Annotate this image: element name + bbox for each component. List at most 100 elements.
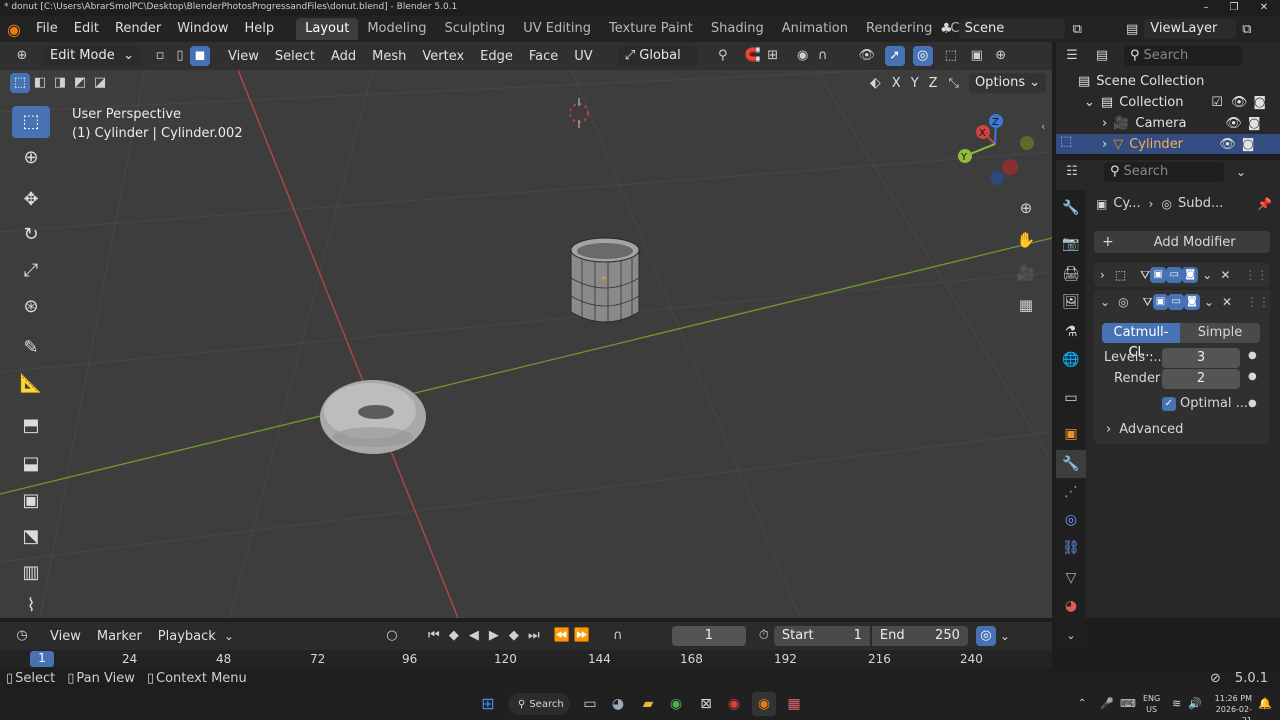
new-view-layer-icon[interactable]: ⧉ — [1242, 22, 1251, 37]
close-icon[interactable]: ✕ — [1220, 268, 1230, 282]
select-invert-icon[interactable]: ◩ — [70, 73, 90, 93]
chevron-down-icon[interactable]: ⌄ — [1204, 295, 1214, 309]
task-view-icon[interactable]: ▭ — [578, 692, 602, 716]
select-new-icon[interactable]: ⬚ — [10, 73, 30, 93]
breadcrumb-modifier[interactable]: Subd... — [1178, 196, 1223, 211]
axis-x-toggle[interactable]: X — [887, 76, 906, 91]
next-frame-icon[interactable]: ⏩ — [572, 626, 592, 646]
keying-icon[interactable]: ∩ — [608, 626, 628, 646]
snap-target-icon[interactable]: ⊞ — [763, 46, 783, 66]
menu-view[interactable]: View — [220, 49, 267, 64]
mode-dropdown[interactable]: Edit Mode ⌄ — [44, 46, 140, 66]
eye-icon[interactable]: 👁 — [1219, 137, 1236, 152]
notification-icon[interactable]: 🔔 — [1258, 697, 1272, 710]
prev-keyframe-icon[interactable]: ◆ — [444, 626, 464, 646]
face-select-icon[interactable]: ◼ — [190, 46, 210, 66]
snap-icon[interactable]: 🧲 — [743, 46, 763, 66]
constraints-tab-icon[interactable]: ⛓ — [1056, 534, 1086, 562]
show-render-icon[interactable]: ◙ — [1182, 267, 1199, 283]
bevel-tool[interactable]: ⬔ — [12, 521, 50, 553]
tool-tab-icon[interactable]: 🔧 — [1056, 194, 1086, 222]
timeline-menu-playback[interactable]: Playback — [150, 629, 224, 644]
select-extend-icon[interactable]: ◧ — [30, 73, 50, 93]
pin-icon[interactable]: 📌 — [1257, 197, 1272, 211]
proportional-edit-icon[interactable]: ◉ — [793, 46, 813, 66]
keyframe-dot-icon[interactable]: ● — [1248, 398, 1257, 409]
steam-icon[interactable]: ◕ — [606, 692, 630, 716]
mesh-overlay-icon[interactable]: ⬚ — [941, 46, 961, 66]
add-modifier-button[interactable]: + Add Modifier — [1094, 231, 1270, 253]
keyboard-icon[interactable]: ⌨ — [1120, 697, 1136, 710]
view-layer-selector[interactable]: ▤ ViewLayer ⧉ — [1126, 19, 1252, 39]
chrome-icon[interactable]: ◉ — [664, 692, 688, 716]
ortho-toggle-icon[interactable]: ▦ — [1016, 295, 1036, 315]
editmode-toggle-icon[interactable]: ⛛ — [1140, 268, 1150, 283]
camera-render-icon[interactable]: ◙ — [1248, 116, 1261, 131]
scale-tool[interactable]: ⤢ — [12, 255, 50, 287]
timeline-menu-view[interactable]: View — [42, 629, 89, 644]
optimal-display-checkbox[interactable]: ✓ Optimal ... — [1162, 396, 1248, 411]
menu-edge[interactable]: Edge — [472, 49, 521, 64]
menu-face[interactable]: Face — [521, 49, 566, 64]
catmull-clark-button[interactable]: Catmull-Cl... — [1102, 323, 1180, 360]
drag-handle-icon[interactable]: ⋮⋮ — [1244, 268, 1268, 282]
blender-logo-icon[interactable]: ◉ — [0, 20, 28, 39]
properties-editor-icon[interactable]: ☷ — [1062, 162, 1082, 182]
menu-uv[interactable]: UV — [566, 49, 600, 64]
tab-modeling[interactable]: Modeling — [358, 18, 435, 40]
move-tool[interactable]: ✥ — [12, 184, 50, 216]
blender-taskbar-icon[interactable]: ◉ — [752, 692, 776, 716]
chevron-down-icon[interactable]: ⌄ — [1236, 165, 1246, 179]
wireframe-shading-icon[interactable]: ⊕ — [991, 46, 1011, 66]
render-tab-icon[interactable]: 📷 — [1056, 230, 1086, 258]
tab-layout[interactable]: Layout — [296, 18, 359, 40]
microphone-icon[interactable]: 🎤 — [1100, 697, 1114, 710]
visibility-icon[interactable]: 👁 — [857, 46, 877, 66]
frame-ruler[interactable]: 1 24 48 72 96 120 144 168 192 216 240 — [0, 650, 1052, 668]
scene-name[interactable]: Scene — [958, 19, 1065, 39]
chevron-down-icon[interactable]: ⌄ — [1000, 629, 1010, 643]
breadcrumb-object[interactable]: Cy... — [1113, 196, 1140, 211]
add-cube-tool[interactable]: ⬒ — [12, 410, 50, 442]
jump-start-icon[interactable]: ⏮ — [424, 626, 444, 646]
vertex-select-icon[interactable]: ▫ — [150, 46, 170, 66]
drag-handle-icon[interactable]: ⋮⋮ — [1246, 295, 1270, 309]
axis-z-toggle[interactable]: Z — [924, 76, 943, 91]
tab-shading[interactable]: Shading — [702, 18, 773, 40]
menu-help[interactable]: Help — [237, 16, 283, 42]
start-frame-field[interactable]: Start 1 — [773, 626, 870, 646]
current-frame-field[interactable]: 1 — [671, 626, 746, 646]
eye-icon[interactable]: 👁 — [1225, 116, 1242, 131]
language-indicator[interactable]: ENG US — [1143, 693, 1160, 715]
file-explorer-icon[interactable]: ▰ — [636, 692, 660, 716]
rotate-tool[interactable]: ↻ — [12, 219, 50, 251]
maximize-button[interactable]: ❐ — [1220, 0, 1248, 16]
modifier-1-header[interactable]: › ⬚ ⛛ ▣ ▭ ◙ ⌄ ✕ ⋮⋮ — [1094, 263, 1270, 287]
cursor-tool[interactable]: ⊕ — [12, 142, 50, 174]
playhead[interactable]: 1 — [30, 651, 54, 667]
clock[interactable]: 11:26 PM 2026-02-21 — [1206, 693, 1252, 720]
axis-y-toggle[interactable]: Y — [906, 76, 924, 91]
modifier-tab-icon[interactable]: 🔧 — [1056, 450, 1086, 478]
extrude-tool[interactable]: ⬓ — [12, 448, 50, 480]
eye-icon[interactable]: 👁 — [1231, 95, 1248, 110]
edit-mode-icon[interactable]: ⬚ — [1060, 134, 1072, 149]
knife-tool[interactable]: ⌇ — [12, 590, 50, 616]
auto-merge-icon[interactable]: ⤡ — [949, 76, 959, 91]
annotate-tool[interactable]: ✎ — [12, 332, 50, 364]
menu-window[interactable]: Window — [169, 16, 236, 42]
menu-file[interactable]: File — [28, 16, 66, 42]
chevron-down-icon[interactable]: ⌄ — [1202, 268, 1212, 282]
edge-select-icon[interactable]: ▯ — [170, 46, 190, 66]
measure-tool[interactable]: 📐 — [12, 368, 50, 400]
view-layer-name[interactable]: ViewLayer — [1144, 19, 1237, 39]
wifi-icon[interactable]: ≋ — [1172, 697, 1181, 710]
render-levels-field[interactable]: 2 — [1162, 369, 1240, 389]
checkbox-icon[interactable]: ☑ — [1211, 95, 1223, 110]
pan-hand-icon[interactable]: ✋ — [1016, 230, 1036, 250]
camera-render-icon[interactable]: ◙ — [1253, 95, 1266, 110]
select-intersect-icon[interactable]: ◪ — [90, 73, 110, 93]
menu-render[interactable]: Render — [107, 16, 169, 42]
select-box-tool[interactable]: ⬚ — [12, 106, 50, 138]
world-tab-icon[interactable]: 🌐 — [1056, 346, 1086, 374]
